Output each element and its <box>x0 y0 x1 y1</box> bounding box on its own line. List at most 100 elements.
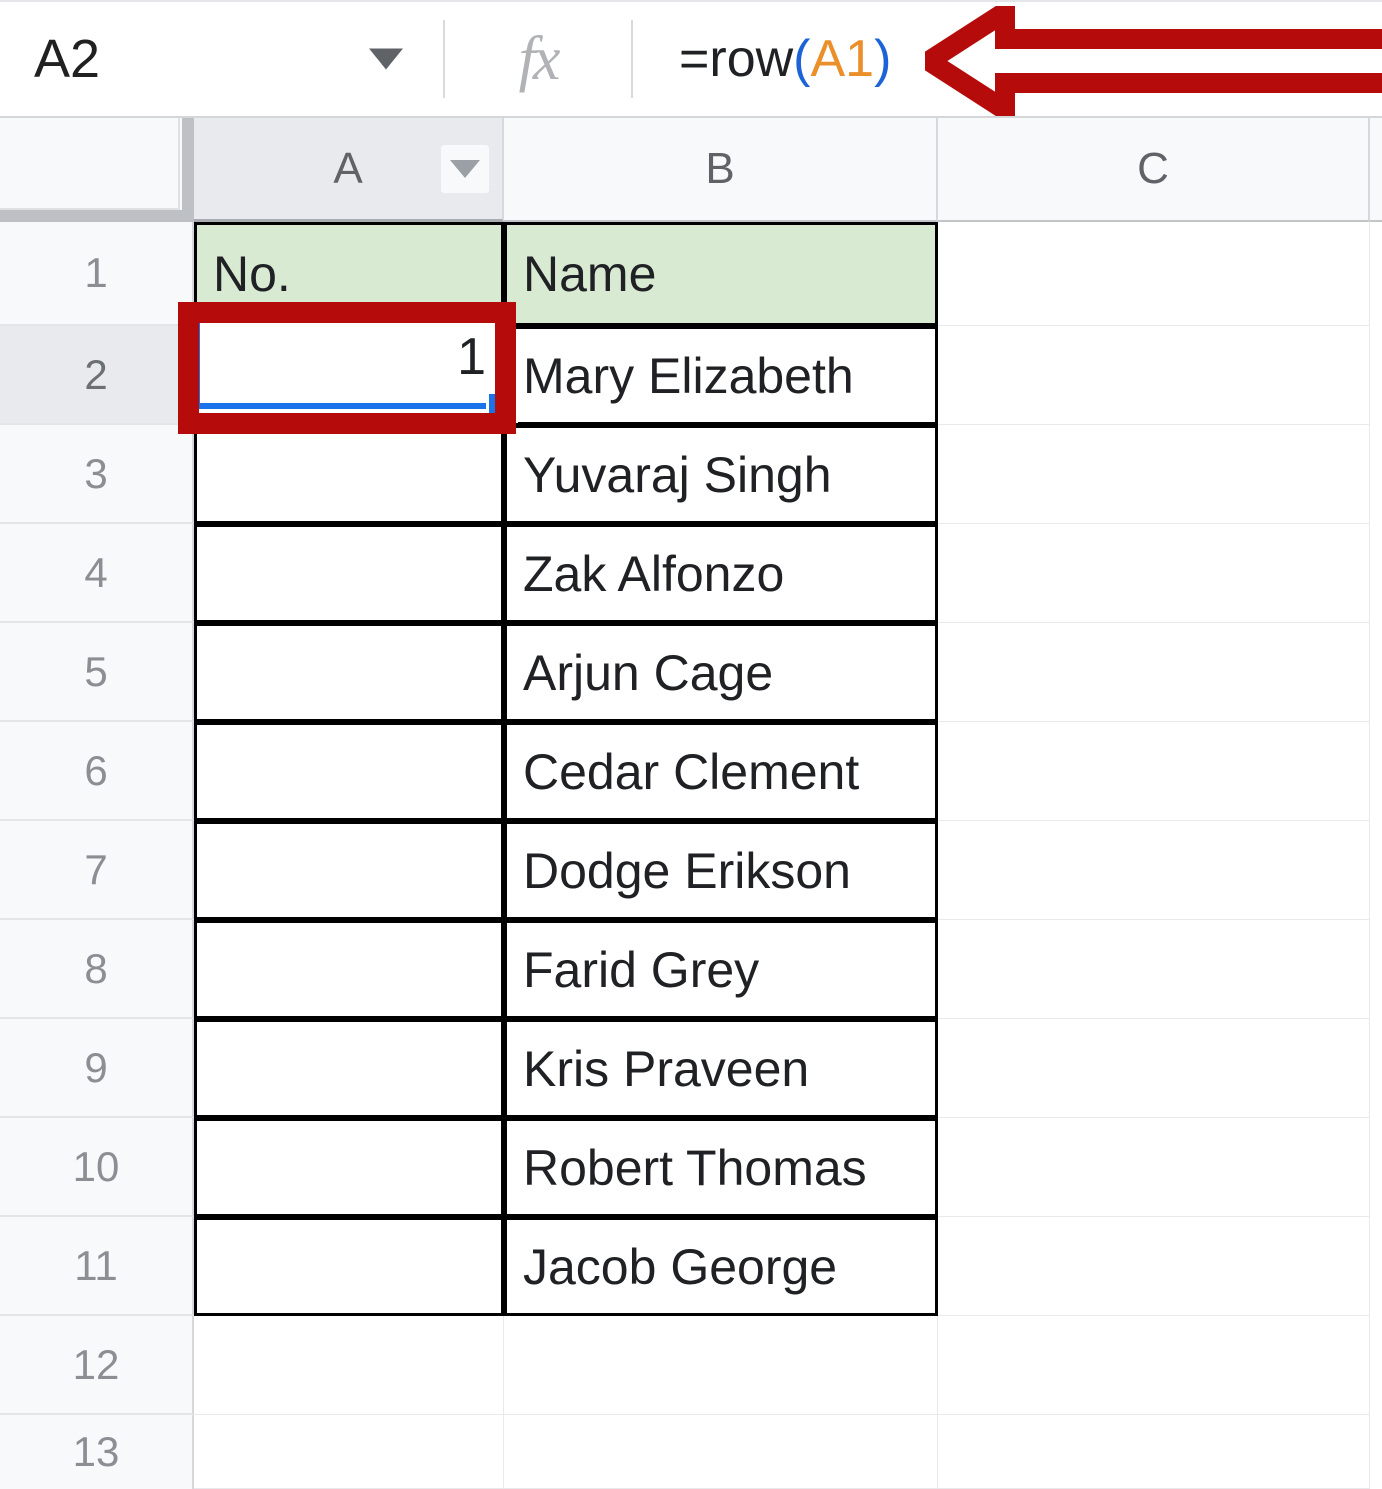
cell-A6[interactable] <box>194 722 504 821</box>
column-header-c[interactable]: C <box>938 118 1370 222</box>
row-header-2-label: 2 <box>84 350 108 398</box>
cell-B10[interactable]: Robert Thomas <box>504 1118 938 1217</box>
cell-B4-text: Zak Alfonzo <box>523 545 785 602</box>
row-header-11-label: 11 <box>74 1241 118 1289</box>
row-header-7[interactable]: 7 <box>0 821 194 920</box>
formula-bar: A2 fx = row(A1) <box>0 0 1382 118</box>
cell-B7[interactable]: Dodge Erikson <box>504 821 938 920</box>
row-header-9-label: 9 <box>84 1043 108 1091</box>
row-header-12[interactable]: 12 <box>0 1316 194 1415</box>
cell-B9[interactable]: Kris Praveen <box>504 1019 938 1118</box>
cell-B3-text: Yuvaraj Singh <box>523 446 832 503</box>
row-header-2[interactable]: 2 <box>0 326 194 425</box>
cell-B6-text: Cedar Clement <box>523 743 860 800</box>
cell-C5[interactable] <box>938 623 1370 722</box>
cell-C12[interactable] <box>938 1316 1370 1415</box>
spreadsheet-grid: A B C 1 2 3 4 5 6 7 8 9 10 11 12 13 No. … <box>0 118 1382 1489</box>
row-header-6-label: 6 <box>84 746 108 794</box>
formula-input[interactable]: = row(A1) <box>633 2 1382 116</box>
cell-B13[interactable] <box>504 1415 938 1489</box>
row-header-4-label: 4 <box>84 548 108 596</box>
cell-A1-text: No. <box>213 246 291 302</box>
column-header-d[interactable] <box>1370 118 1382 222</box>
column-header-row: A B C <box>0 118 1382 222</box>
column-a-dropdown-icon[interactable] <box>441 144 489 193</box>
cell-A2-value: 1 <box>457 328 486 386</box>
cell-B5-text: Arjun Cage <box>523 644 774 701</box>
row-header-8-label: 8 <box>84 944 108 992</box>
cell-A12[interactable] <box>194 1316 504 1415</box>
cell-B11[interactable]: Jacob George <box>504 1217 938 1316</box>
column-header-b-label: B <box>705 144 735 193</box>
cell-B2[interactable]: Mary Elizabeth <box>504 326 938 425</box>
cell-B9-text: Kris Praveen <box>523 1040 810 1097</box>
select-all-corner-edge-right <box>182 118 194 222</box>
row-header-3[interactable]: 3 <box>0 425 194 524</box>
fill-handle[interactable] <box>486 391 518 423</box>
column-header-a-label: A <box>333 143 363 193</box>
cell-B8-text: Farid Grey <box>523 941 760 998</box>
cell-A5[interactable] <box>194 623 504 722</box>
cell-B7-text: Dodge Erikson <box>523 842 851 899</box>
cell-B10-text: Robert Thomas <box>523 1139 867 1196</box>
cell-A2[interactable]: 1 <box>194 305 504 409</box>
select-all-corner-inner <box>0 118 180 210</box>
cell-B1-text: Name <box>523 246 657 302</box>
row-header-13[interactable]: 13 <box>0 1415 194 1489</box>
cell-B5[interactable]: Arjun Cage <box>504 623 938 722</box>
cell-A9[interactable] <box>194 1019 504 1118</box>
cell-B3[interactable]: Yuvaraj Singh <box>504 425 938 524</box>
fx-icon: fx <box>518 25 561 93</box>
cell-C13[interactable] <box>938 1415 1370 1489</box>
cell-C3[interactable] <box>938 425 1370 524</box>
cell-A3[interactable] <box>194 425 504 524</box>
chevron-down-icon[interactable] <box>369 48 403 70</box>
cell-C7[interactable] <box>938 821 1370 920</box>
row-header-8[interactable]: 8 <box>0 920 194 1019</box>
cell-C1[interactable] <box>938 222 1370 326</box>
cell-C10[interactable] <box>938 1118 1370 1217</box>
fx-zone: fx <box>445 2 631 116</box>
cell-B4[interactable]: Zak Alfonzo <box>504 524 938 623</box>
row-header-4[interactable]: 4 <box>0 524 194 623</box>
cell-A11[interactable] <box>194 1217 504 1316</box>
formula-token-equals: = <box>679 30 710 88</box>
row-header-1[interactable]: 1 <box>0 222 194 326</box>
row-header-9[interactable]: 9 <box>0 1019 194 1118</box>
name-box[interactable]: A2 <box>0 2 443 116</box>
cell-A10[interactable] <box>194 1118 504 1217</box>
cell-C9[interactable] <box>938 1019 1370 1118</box>
cell-A7[interactable] <box>194 821 504 920</box>
row-header-12-label: 12 <box>72 1340 120 1388</box>
row-header-10-label: 10 <box>72 1142 120 1190</box>
cell-C6[interactable] <box>938 722 1370 821</box>
row-header-1-label: 1 <box>84 249 108 296</box>
cell-A4[interactable] <box>194 524 504 623</box>
column-header-c-label: C <box>1137 144 1169 193</box>
select-all-corner-edge-bottom <box>0 210 194 222</box>
cell-B6[interactable]: Cedar Clement <box>504 722 938 821</box>
row-header-3-label: 3 <box>84 449 108 497</box>
column-header-b[interactable]: B <box>504 118 938 222</box>
row-header-10[interactable]: 10 <box>0 1118 194 1217</box>
cell-B1[interactable]: Name <box>504 222 938 326</box>
row-header-11[interactable]: 11 <box>0 1217 194 1316</box>
formula-token-close-paren: ) <box>874 30 892 88</box>
row-header-13-label: 13 <box>72 1428 120 1475</box>
cell-C4[interactable] <box>938 524 1370 623</box>
row-header-5-label: 5 <box>84 647 108 695</box>
formula-token-function: row <box>709 30 794 88</box>
cell-C8[interactable] <box>938 920 1370 1019</box>
formula-token-open-paren: ( <box>793 30 811 88</box>
cell-B8[interactable]: Farid Grey <box>504 920 938 1019</box>
row-header-6[interactable]: 6 <box>0 722 194 821</box>
cell-B12[interactable] <box>504 1316 938 1415</box>
column-header-a[interactable]: A <box>194 118 504 222</box>
cell-A8[interactable] <box>194 920 504 1019</box>
select-all-corner[interactable] <box>0 118 194 222</box>
cell-C2[interactable] <box>938 326 1370 425</box>
cell-A13[interactable] <box>194 1415 504 1489</box>
cell-C11[interactable] <box>938 1217 1370 1316</box>
cell-B11-text: Jacob George <box>523 1238 838 1295</box>
row-header-5[interactable]: 5 <box>0 623 194 722</box>
